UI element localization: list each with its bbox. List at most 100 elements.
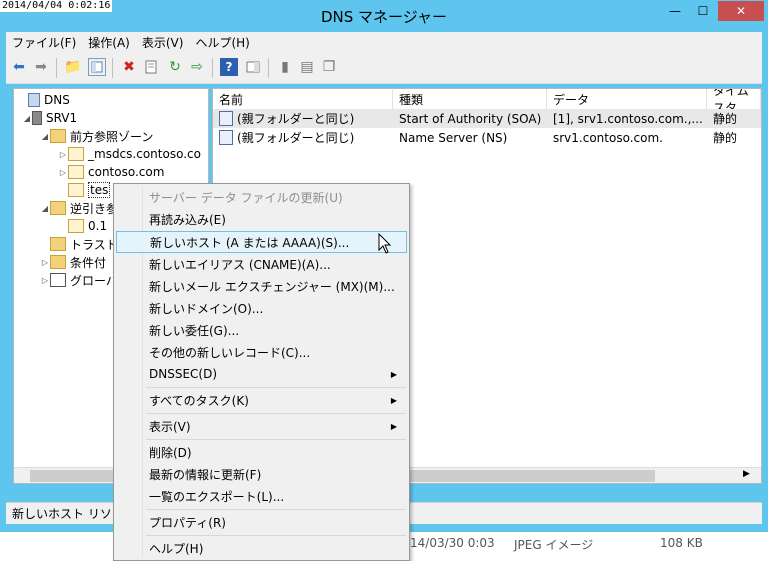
tree-item-srv1[interactable]: ◢ SRV1 bbox=[14, 109, 208, 127]
folder-icon bbox=[50, 201, 66, 215]
menu-item-export-list[interactable]: 一覧のエクスポート(L)... bbox=[116, 485, 407, 507]
zone-icon bbox=[68, 183, 84, 197]
column-header-name[interactable]: 名前 bbox=[213, 89, 393, 109]
menu-help[interactable]: ヘルプ(H) bbox=[189, 34, 255, 51]
back-arrow-icon[interactable]: ⬅ bbox=[10, 58, 28, 76]
file-size: 108 KB bbox=[660, 536, 703, 550]
server-icon[interactable]: ▮ bbox=[276, 58, 294, 76]
menu-item-label: その他の新しいレコード(C)... bbox=[149, 345, 311, 360]
refresh-icon[interactable]: ↻ bbox=[166, 58, 184, 76]
expanded-arrow-icon[interactable]: ◢ bbox=[40, 132, 50, 141]
delete-icon[interactable]: ✖ bbox=[120, 58, 138, 76]
menu-item-label: すべてのタスク(K) bbox=[149, 393, 249, 408]
column-header-data[interactable]: データ bbox=[547, 89, 707, 109]
scroll-right-icon[interactable]: ▶ bbox=[743, 469, 750, 479]
record-icon bbox=[219, 111, 233, 126]
tree-label: トラスト bbox=[70, 237, 118, 252]
menu-action[interactable]: 操作(A) bbox=[82, 34, 136, 51]
show-hide-tree-icon[interactable] bbox=[88, 58, 106, 76]
log-icon bbox=[50, 273, 66, 287]
zone-icon bbox=[68, 147, 84, 161]
toolbar-separator bbox=[112, 58, 113, 78]
cell-data: [1], srv1.contoso.com.,... bbox=[553, 111, 703, 126]
menu-item-new-domain[interactable]: 新しいドメイン(O)... bbox=[116, 297, 407, 319]
file-date: 14/03/30 0:03 bbox=[410, 536, 495, 550]
maximize-button[interactable]: ☐ bbox=[690, 1, 716, 21]
cell-name: (親フォルダーと同じ) bbox=[237, 112, 355, 126]
help-icon[interactable]: ? bbox=[220, 58, 238, 76]
menu-item-label: サーバー データ ファイルの更新(U) bbox=[149, 190, 343, 205]
minimize-button[interactable]: — bbox=[662, 1, 688, 21]
menu-item-properties[interactable]: プロパティ(R) bbox=[116, 511, 407, 533]
menu-view[interactable]: 表示(V) bbox=[136, 34, 190, 51]
tree-label: グローバ bbox=[70, 273, 118, 288]
toolbar-separator bbox=[212, 58, 213, 78]
tree-item-forward-zones[interactable]: ◢ 前方参照ゾーン bbox=[14, 127, 208, 145]
tree-label: _msdcs.contoso.co bbox=[88, 147, 201, 161]
submenu-arrow-icon: ▶ bbox=[390, 421, 397, 431]
menu-item-label: 新しいドメイン(O)... bbox=[149, 301, 264, 316]
menu-separator bbox=[146, 509, 406, 510]
cell-timestamp: 静的 bbox=[713, 112, 738, 126]
menu-item-label: DNSSEC(D) bbox=[149, 367, 218, 381]
collapsed-arrow-icon[interactable]: ▷ bbox=[40, 258, 50, 267]
table-row[interactable]: (親フォルダーと同じ) Name Server (NS) srv1.contos… bbox=[213, 128, 761, 147]
export-list-icon[interactable]: ⇨ bbox=[188, 58, 206, 76]
mouse-cursor-icon bbox=[378, 233, 392, 254]
up-folder-icon[interactable]: 📁 bbox=[64, 58, 82, 76]
menu-item-reload[interactable]: 再読み込み(E) bbox=[116, 208, 407, 230]
tree-label: tes bbox=[88, 182, 111, 198]
cell-timestamp: 静的 bbox=[713, 131, 738, 145]
menu-item-all-tasks[interactable]: すべてのタスク(K) ▶ bbox=[116, 389, 407, 411]
menu-item-update-server-data-file: サーバー データ ファイルの更新(U) bbox=[116, 186, 407, 208]
menu-file[interactable]: ファイル(F) bbox=[6, 34, 82, 51]
menu-item-label: 一覧のエクスポート(L)... bbox=[149, 489, 285, 504]
close-button[interactable]: ✕ bbox=[718, 1, 764, 21]
menu-item-new-mail-exchanger[interactable]: 新しいメール エクスチェンジャー (MX)(M)... bbox=[116, 275, 407, 297]
tree-label: 0.1 bbox=[88, 219, 108, 233]
table-row[interactable]: (親フォルダーと同じ) Start of Authority (SOA) [1]… bbox=[213, 109, 761, 128]
tree-label: contoso.com bbox=[88, 165, 165, 179]
folder-icon bbox=[50, 255, 66, 269]
menu-item-new-delegation[interactable]: 新しい委任(G)... bbox=[116, 319, 407, 341]
folder-icon bbox=[50, 129, 66, 143]
menu-item-delete[interactable]: 削除(D) bbox=[116, 441, 407, 463]
column-header-timestamp[interactable]: タイムスタ bbox=[707, 89, 761, 109]
copy-icon[interactable]: ❐ bbox=[320, 58, 338, 76]
file-type: JPEG イメージ bbox=[514, 538, 594, 552]
menu-item-view[interactable]: 表示(V) ▶ bbox=[116, 415, 407, 437]
properties-sheet-icon[interactable] bbox=[142, 58, 160, 76]
action-pane-icon[interactable] bbox=[244, 58, 262, 76]
minimize-icon: — bbox=[669, 4, 681, 18]
list-icon[interactable]: ▤ bbox=[298, 58, 316, 76]
menu-item-other-new-records[interactable]: その他の新しいレコード(C)... bbox=[116, 341, 407, 363]
menu-item-label: 再読み込み(E) bbox=[149, 212, 226, 227]
cell-type: Start of Authority (SOA) bbox=[399, 111, 542, 126]
expanded-arrow-icon[interactable]: ◢ bbox=[40, 204, 50, 213]
collapsed-arrow-icon[interactable]: ▷ bbox=[40, 276, 50, 285]
tree-item-msdcs[interactable]: ▷ _msdcs.contoso.co bbox=[14, 145, 208, 163]
menu-item-label: 削除(D) bbox=[149, 445, 192, 460]
forward-arrow-icon[interactable]: ➡ bbox=[32, 58, 50, 76]
tree-label: 前方参照ゾーン bbox=[70, 129, 154, 144]
toolbar: ⬅ ➡ 📁 ✖ ↻ ⇨ ? ▮ ▤ ❐ bbox=[6, 52, 762, 84]
menu-separator bbox=[146, 535, 406, 536]
menu-item-help[interactable]: ヘルプ(H) bbox=[116, 537, 407, 559]
menu-bar: ファイル(F) 操作(A) 表示(V) ヘルプ(H) bbox=[6, 32, 762, 52]
expanded-arrow-icon[interactable]: ◢ bbox=[22, 114, 32, 123]
context-menu: サーバー データ ファイルの更新(U) 再読み込み(E) 新しいホスト (A ま… bbox=[113, 183, 410, 561]
menu-item-dnssec[interactable]: DNSSEC(D) ▶ bbox=[116, 363, 407, 385]
record-icon bbox=[219, 130, 233, 145]
tree-item-contoso[interactable]: ▷ contoso.com bbox=[14, 163, 208, 181]
close-icon: ✕ bbox=[735, 4, 747, 18]
cell-data: srv1.contoso.com. bbox=[553, 130, 663, 145]
collapsed-arrow-icon[interactable]: ▷ bbox=[58, 168, 68, 177]
menu-item-label: 新しいエイリアス (CNAME)(A)... bbox=[149, 257, 331, 272]
menu-item-new-host[interactable]: 新しいホスト (A または AAAA)(S)... bbox=[116, 231, 407, 253]
menu-item-new-alias[interactable]: 新しいエイリアス (CNAME)(A)... bbox=[116, 253, 407, 275]
column-header-type[interactable]: 種類 bbox=[393, 89, 547, 109]
collapsed-arrow-icon[interactable]: ▷ bbox=[58, 150, 68, 159]
tree-item-dns[interactable]: DNS bbox=[14, 91, 208, 109]
tree-label: SRV1 bbox=[46, 111, 78, 125]
menu-item-refresh[interactable]: 最新の情報に更新(F) bbox=[116, 463, 407, 485]
